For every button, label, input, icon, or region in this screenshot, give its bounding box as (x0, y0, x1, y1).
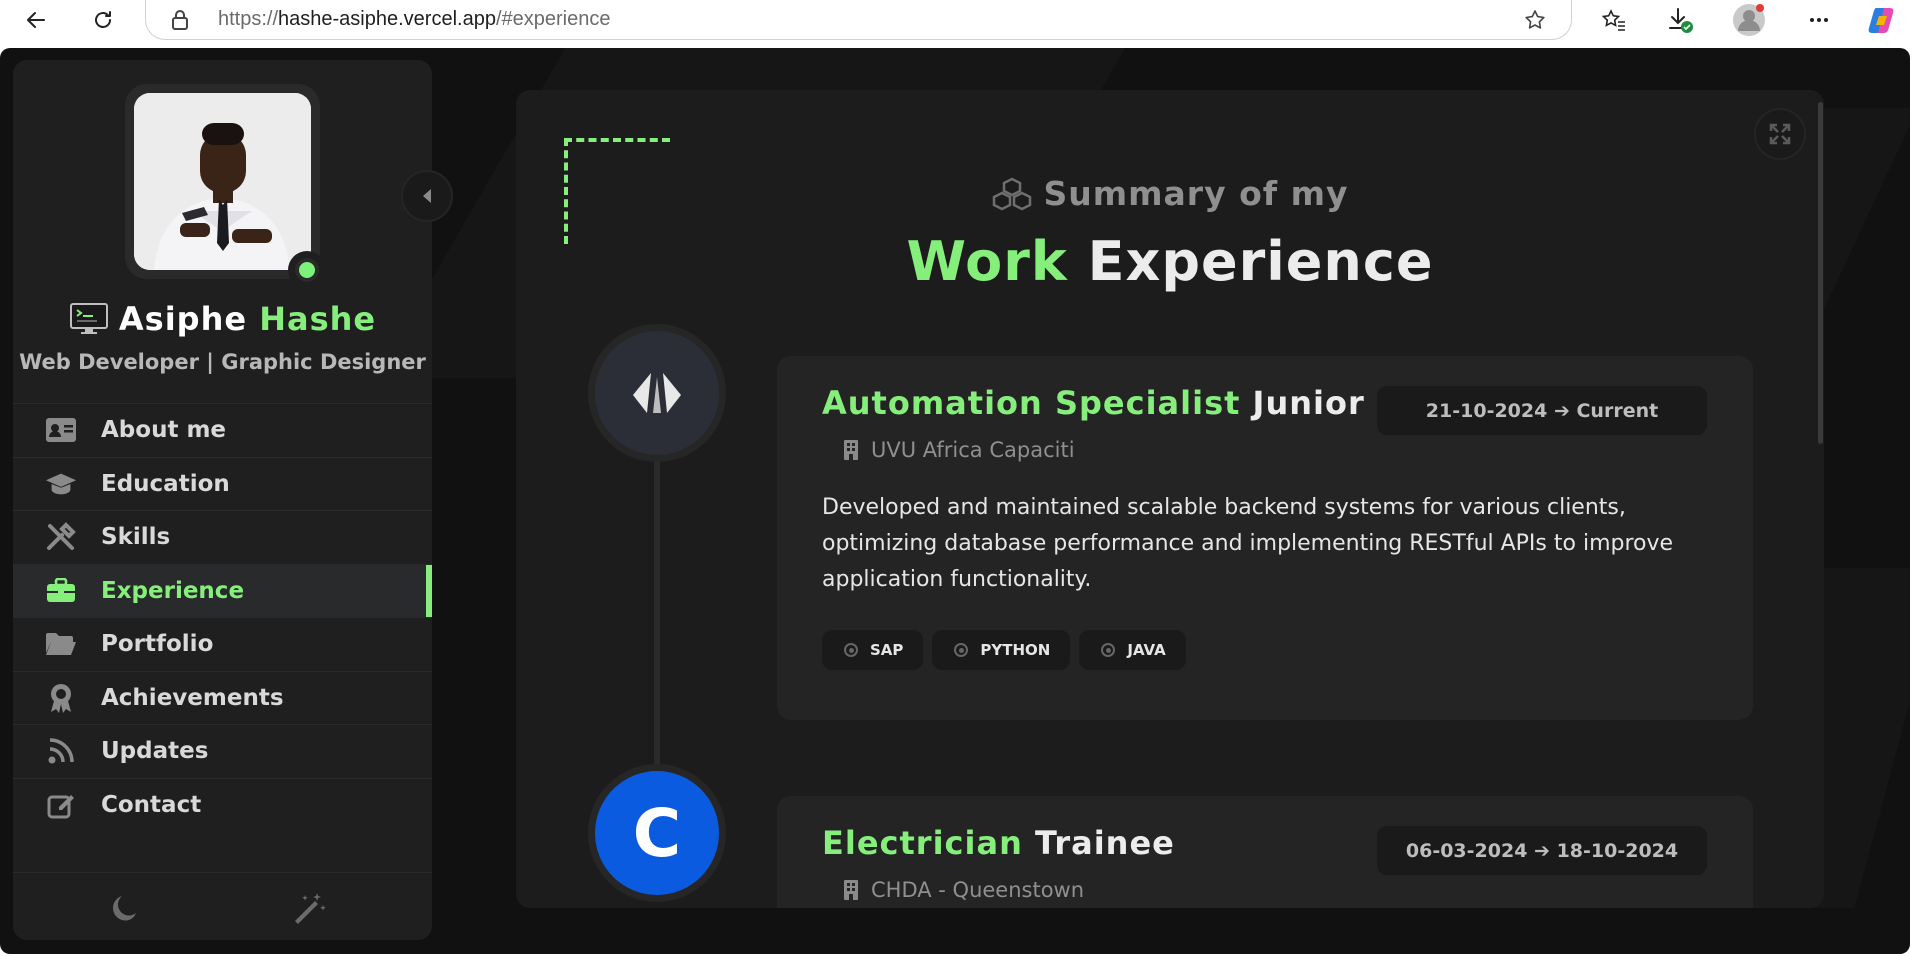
browser-toolbar: https://hashe-asiphe.vercel.app/#experie… (0, 0, 1912, 48)
profile-role: Web Developer | Graphic Designer (19, 350, 426, 374)
folder-open-icon (45, 628, 77, 660)
company-logo: C (595, 771, 719, 895)
section-title-accent: Work (906, 230, 1068, 293)
profile-name: Asiphe Hashe (13, 300, 432, 338)
edit-icon (45, 789, 77, 821)
job-title-level: Junior (1252, 384, 1365, 422)
page-viewport: Asiphe Hashe Web Developer | Graphic Des… (0, 48, 1910, 954)
moon-icon (113, 896, 136, 921)
job-title-role: Automation Specialist (822, 384, 1241, 422)
sidebar-item-label: Updates (101, 738, 209, 765)
sidebar-item-label: Contact (101, 791, 202, 818)
copilot-icon[interactable] (1862, 0, 1902, 40)
skill-tag: SAP (822, 630, 924, 670)
job-dates: 06-03-2024 ➔ 18-10-2024 (1377, 826, 1707, 875)
circle-dot-icon (844, 643, 858, 657)
skill-tag: PYTHON (932, 630, 1071, 670)
sidebar-footer (13, 872, 432, 940)
graduation-cap-icon (45, 468, 77, 500)
sidebar-nav: About me Education Skills Experience Por… (13, 403, 432, 831)
experience-card: Automation Specialist Junior 21-10-2024 … (777, 356, 1753, 720)
company-logo (595, 331, 719, 455)
sidebar-item-label: Skills (101, 524, 171, 551)
sidebar-item-label: Portfolio (101, 631, 214, 658)
skill-tags: SAP PYTHON JAVA (822, 630, 1186, 670)
profile-photo (134, 93, 311, 270)
last-name: Hashe (259, 300, 377, 338)
url-text[interactable]: https://hashe-asiphe.vercel.app/#experie… (218, 8, 610, 31)
refresh-icon[interactable] (83, 0, 123, 40)
back-icon[interactable] (16, 0, 56, 40)
lock-icon[interactable] (170, 9, 190, 35)
sidebar-item-skills[interactable]: Skills (13, 510, 432, 564)
timeline-node (588, 324, 726, 462)
company-name: CHDA - Queenstown (871, 878, 1085, 902)
downloads-icon[interactable] (1660, 0, 1700, 40)
sidebar-item-label: About me (101, 417, 227, 444)
sidebar-item-education[interactable]: Education (13, 456, 432, 511)
dark-mode-toggle[interactable] (109, 893, 139, 927)
job-company: CHDA - Queenstown (843, 878, 1084, 902)
job-title-level: Trainee (1035, 824, 1175, 862)
circle-dot-icon (954, 643, 969, 657)
tools-icon (45, 521, 77, 553)
effects-toggle[interactable] (291, 891, 327, 929)
fullscreen-button[interactable] (1754, 108, 1806, 160)
sidebar-item-label: Education (101, 470, 230, 497)
rss-icon (45, 735, 77, 767)
job-description: Developed and maintained scalable backen… (822, 495, 1674, 592)
sidebar-collapse-button[interactable] (401, 170, 453, 222)
job-title: Automation Specialist Junior (822, 384, 1365, 422)
first-name: Asiphe (118, 300, 248, 338)
sidebar-item-label: Experience (101, 577, 245, 604)
job-title: Electrician Trainee (822, 824, 1175, 862)
id-card-icon (45, 414, 77, 446)
building-icon (844, 440, 858, 460)
section-title: Work Experience (516, 230, 1824, 293)
sidebar-item-contact[interactable]: Contact (13, 777, 432, 832)
sidebar-item-label: Achievements (101, 684, 284, 711)
sidebar: Asiphe Hashe Web Developer | Graphic Des… (13, 60, 453, 940)
magic-wand-icon (295, 893, 326, 924)
experience-section: Summary of my Work Experience Automation… (516, 90, 1824, 908)
job-title-role: Electrician (822, 824, 1023, 862)
job-dates: 21-10-2024 ➔ Current (1377, 386, 1707, 435)
avatar (125, 84, 320, 279)
cubes-icon (992, 177, 1031, 210)
building-icon (844, 880, 858, 900)
award-icon (45, 682, 77, 714)
online-status-indicator (288, 251, 326, 289)
expand-icon (1769, 123, 1791, 145)
circle-dot-icon (1101, 643, 1116, 657)
skill-tag: JAVA (1079, 630, 1186, 670)
sidebar-item-achievements[interactable]: Achievements (13, 670, 432, 725)
monitor-icon (69, 303, 108, 334)
company-name: UVU Africa Capaciti (871, 438, 1075, 462)
job-company: UVU Africa Capaciti (843, 438, 1075, 462)
profile-avatar-icon[interactable] (1729, 0, 1769, 40)
favorite-star-icon[interactable] (1523, 8, 1547, 36)
sidebar-item-experience[interactable]: Experience (13, 563, 432, 617)
sidebar-item-about-me[interactable]: About me (13, 403, 432, 457)
section-subtitle: Summary of my (516, 174, 1824, 213)
favorites-icon[interactable] (1594, 0, 1634, 40)
briefcase-icon (45, 575, 77, 607)
address-bar[interactable]: https://hashe-asiphe.vercel.app/#experie… (145, 0, 1572, 40)
company-logo-letter: C (632, 794, 682, 872)
section-title-rest: Experience (1087, 230, 1434, 293)
experience-card: Electrician Trainee 06-03-2024 ➔ 18-10-2… (777, 796, 1753, 908)
timeline-node: C (588, 764, 726, 902)
caret-left-icon (423, 189, 431, 203)
sidebar-item-portfolio[interactable]: Portfolio (13, 617, 432, 671)
section-subtitle-text: Summary of my (1043, 174, 1349, 213)
sidebar-item-updates[interactable]: Updates (13, 724, 432, 778)
more-menu-icon[interactable] (1799, 0, 1839, 40)
company-logo-icon (633, 373, 681, 413)
